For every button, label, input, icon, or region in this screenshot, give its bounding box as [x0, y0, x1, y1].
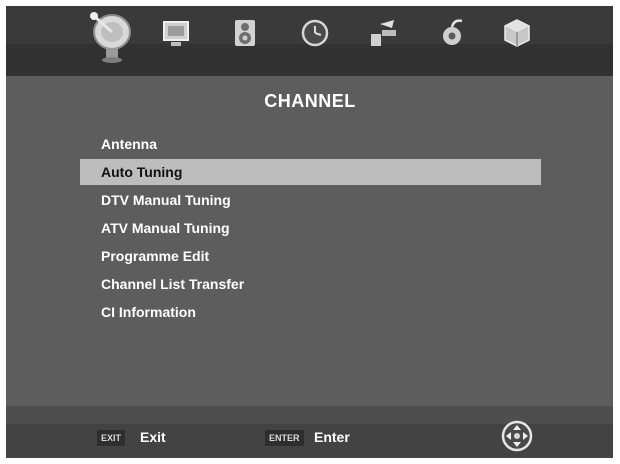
menu-item-label: CI Information: [101, 304, 196, 320]
menu-item-label: ATV Manual Tuning: [101, 220, 230, 236]
lock-icon[interactable]: [436, 16, 470, 50]
exit-label[interactable]: Exit: [140, 429, 166, 445]
menu-item-label: Auto Tuning: [101, 164, 183, 180]
menu-item-label: Channel List Transfer: [101, 276, 245, 292]
menu-item-channel-list-transfer[interactable]: Channel List Transfer: [80, 271, 541, 297]
menu-item-label: Antenna: [101, 136, 157, 152]
menu-item-label: DTV Manual Tuning: [101, 192, 231, 208]
satellite-dish-icon[interactable]: [86, 8, 134, 64]
exit-key-badge: EXIT: [97, 430, 126, 446]
menu-item-programme-edit[interactable]: Programme Edit: [80, 243, 541, 269]
dpad-icon: [501, 420, 533, 452]
menu-item-auto-tuning[interactable]: Auto Tuning: [80, 159, 541, 185]
speaker-icon[interactable]: [228, 16, 262, 50]
menu-item-label: Programme Edit: [101, 248, 210, 264]
cube-icon[interactable]: [500, 16, 534, 50]
monitor-icon[interactable]: [160, 16, 194, 50]
menu-item-antenna[interactable]: Antenna: [80, 131, 541, 157]
clock-icon[interactable]: [298, 16, 332, 50]
menu-item-dtv-manual-tuning[interactable]: DTV Manual Tuning: [80, 187, 541, 213]
menu-item-atv-manual-tuning[interactable]: ATV Manual Tuning: [80, 215, 541, 241]
enter-label[interactable]: Enter: [314, 429, 350, 445]
tools-icon[interactable]: [366, 16, 400, 50]
menu-item-ci-information[interactable]: CI Information: [80, 299, 541, 325]
enter-key-badge: ENTER: [265, 430, 304, 446]
page-title: CHANNEL: [264, 91, 356, 111]
